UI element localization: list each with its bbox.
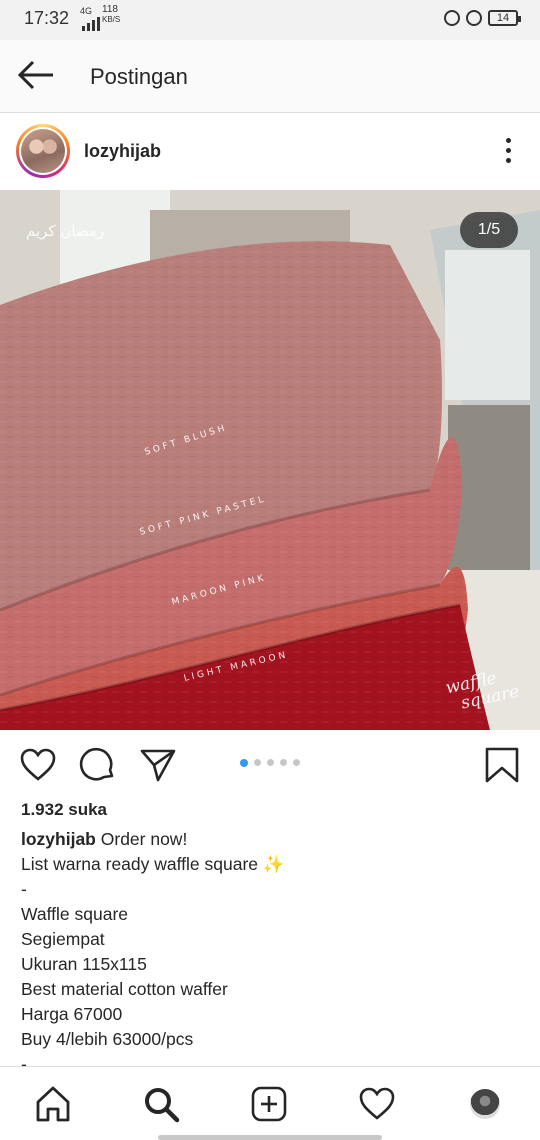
status-time: 17:32 [24, 8, 70, 28]
comment-icon[interactable] [79, 746, 117, 784]
battery-icon: 14 [488, 10, 521, 26]
page-title: Postingan [90, 64, 188, 89]
carousel-dot [254, 759, 261, 766]
carousel-indicator [240, 759, 300, 767]
post-actions [0, 730, 540, 800]
carousel-dot [267, 759, 274, 766]
caption-line: Order now! [100, 829, 188, 849]
caption-line: List warna ready waffle square ✨ [21, 854, 285, 874]
post-username[interactable]: lozyhijab [84, 141, 161, 162]
like-count[interactable]: 1.932 suka [21, 800, 107, 820]
more-vertical-icon[interactable] [504, 138, 512, 166]
arrow-left-icon[interactable] [16, 58, 56, 92]
caption-line: Best material cotton waffer [21, 979, 228, 999]
caption-line: Waffle square [21, 904, 128, 924]
caption-line: Buy 4/lebih 63000/pcs [21, 1029, 194, 1049]
home-icon[interactable] [34, 1085, 72, 1123]
top-app-bar: Postingan [0, 40, 540, 113]
signal-icon [82, 17, 100, 31]
caption-line: Ukuran 115x115 [21, 954, 147, 974]
post-image[interactable]: رمضان كريم 1/5 SOFT BLUSH SOFT PINK PAST… [0, 190, 540, 730]
status-icons: 14 [444, 10, 521, 26]
network-type: 4G [80, 6, 93, 16]
caption-line: - [21, 879, 27, 899]
avatar[interactable] [21, 129, 65, 173]
caption-username[interactable]: lozyhijab [21, 829, 96, 849]
story-ring[interactable] [16, 124, 70, 178]
alarm-icon [466, 10, 482, 26]
add-post-icon[interactable] [250, 1085, 288, 1123]
post-caption: lozyhijab Order now! List warna ready wa… [21, 827, 521, 1077]
lock-rotation-icon [444, 10, 460, 26]
paper-plane-icon[interactable] [139, 746, 177, 784]
heart-icon[interactable] [19, 746, 57, 784]
network-speed: 118 KB/S [102, 5, 120, 25]
network-speed-unit: KB/S [102, 15, 121, 24]
profile-avatar[interactable] [470, 1089, 500, 1119]
gesture-bar [158, 1135, 382, 1140]
search-icon[interactable] [142, 1085, 180, 1123]
bottom-navigation [0, 1066, 540, 1140]
activity-heart-icon[interactable] [358, 1085, 396, 1123]
carousel-dot [293, 759, 300, 766]
caption-line: Segiempat [21, 929, 105, 949]
image-page-indicator: 1/5 [460, 212, 518, 248]
fabric-photo [0, 190, 540, 730]
network-speed-value: 118 [102, 4, 118, 15]
carousel-dot [280, 759, 287, 766]
carousel-dot-active [240, 759, 248, 767]
bookmark-icon[interactable] [483, 746, 521, 784]
greeting-overlay: رمضان كريم [26, 222, 105, 240]
post-header: lozyhijab [0, 114, 540, 190]
status-bar: 17:32 4G 118 KB/S 14 [0, 0, 540, 40]
caption-line: Harga 67000 [21, 1004, 123, 1024]
